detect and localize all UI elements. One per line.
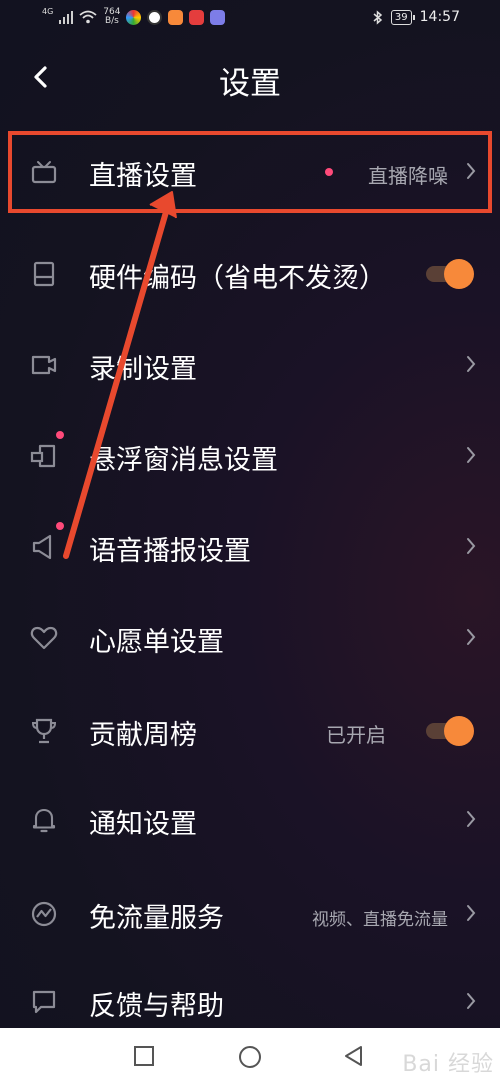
pointer-arrow: [63, 191, 177, 559]
recents-square-icon[interactable]: [133, 1045, 155, 1067]
home-circle-icon[interactable]: [238, 1045, 262, 1069]
watermark: Bai 经验: [402, 1052, 494, 1077]
back-triangle-icon[interactable]: [343, 1045, 365, 1067]
